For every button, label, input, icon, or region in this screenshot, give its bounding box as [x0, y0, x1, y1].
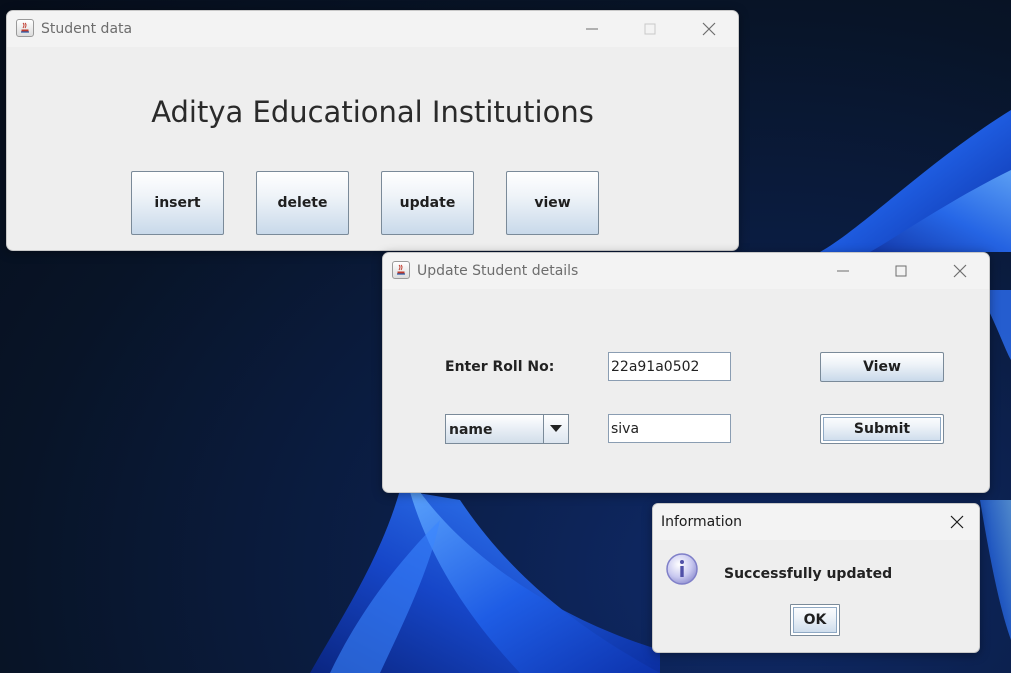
title-bar[interactable]: Information: [653, 504, 979, 540]
information-dialog: Information Successfully updated OK: [652, 503, 980, 653]
new-value-input[interactable]: [608, 414, 731, 443]
field-select-value: name: [449, 422, 493, 438]
close-button[interactable]: [695, 17, 723, 41]
roll-no-input[interactable]: [608, 352, 731, 381]
title-bar[interactable]: Student data: [7, 11, 738, 47]
roll-no-label: Enter Roll No:: [445, 359, 555, 375]
ok-button[interactable]: OK: [790, 604, 840, 636]
close-button[interactable]: [946, 259, 974, 283]
delete-button[interactable]: delete: [256, 171, 349, 235]
info-icon: [665, 552, 699, 586]
insert-button[interactable]: insert: [131, 171, 224, 235]
close-icon: [702, 22, 716, 36]
java-icon: [16, 19, 34, 37]
close-button[interactable]: [943, 510, 971, 534]
update-student-window: Update Student details Enter Roll No: Vi…: [382, 252, 990, 493]
view-button[interactable]: view: [506, 171, 599, 235]
submit-button[interactable]: Submit: [820, 414, 944, 444]
dialog-message: Successfully updated: [724, 566, 893, 582]
maximize-button[interactable]: [636, 17, 664, 41]
window-title: Update Student details: [417, 263, 579, 279]
dialog-title: Information: [661, 514, 743, 530]
minimize-button[interactable]: [578, 17, 606, 41]
minimize-icon: [586, 28, 598, 30]
page-title: Aditya Educational Institutions: [151, 95, 594, 129]
window-title: Student data: [41, 21, 133, 37]
update-button[interactable]: update: [381, 171, 474, 235]
student-data-window: Student data Aditya Educational Institut…: [6, 10, 739, 251]
java-icon: [392, 261, 410, 279]
close-icon: [953, 264, 967, 278]
maximize-button[interactable]: [887, 259, 915, 283]
close-icon: [950, 515, 964, 529]
title-bar[interactable]: Update Student details: [383, 253, 989, 289]
minimize-button[interactable]: [829, 259, 857, 283]
dropdown-arrow[interactable]: [543, 415, 568, 443]
view-student-button[interactable]: View: [820, 352, 944, 382]
minimize-icon: [837, 270, 849, 272]
maximize-icon: [644, 23, 656, 35]
field-select[interactable]: name: [445, 414, 569, 444]
maximize-icon: [895, 265, 907, 277]
chevron-down-icon: [550, 425, 562, 432]
